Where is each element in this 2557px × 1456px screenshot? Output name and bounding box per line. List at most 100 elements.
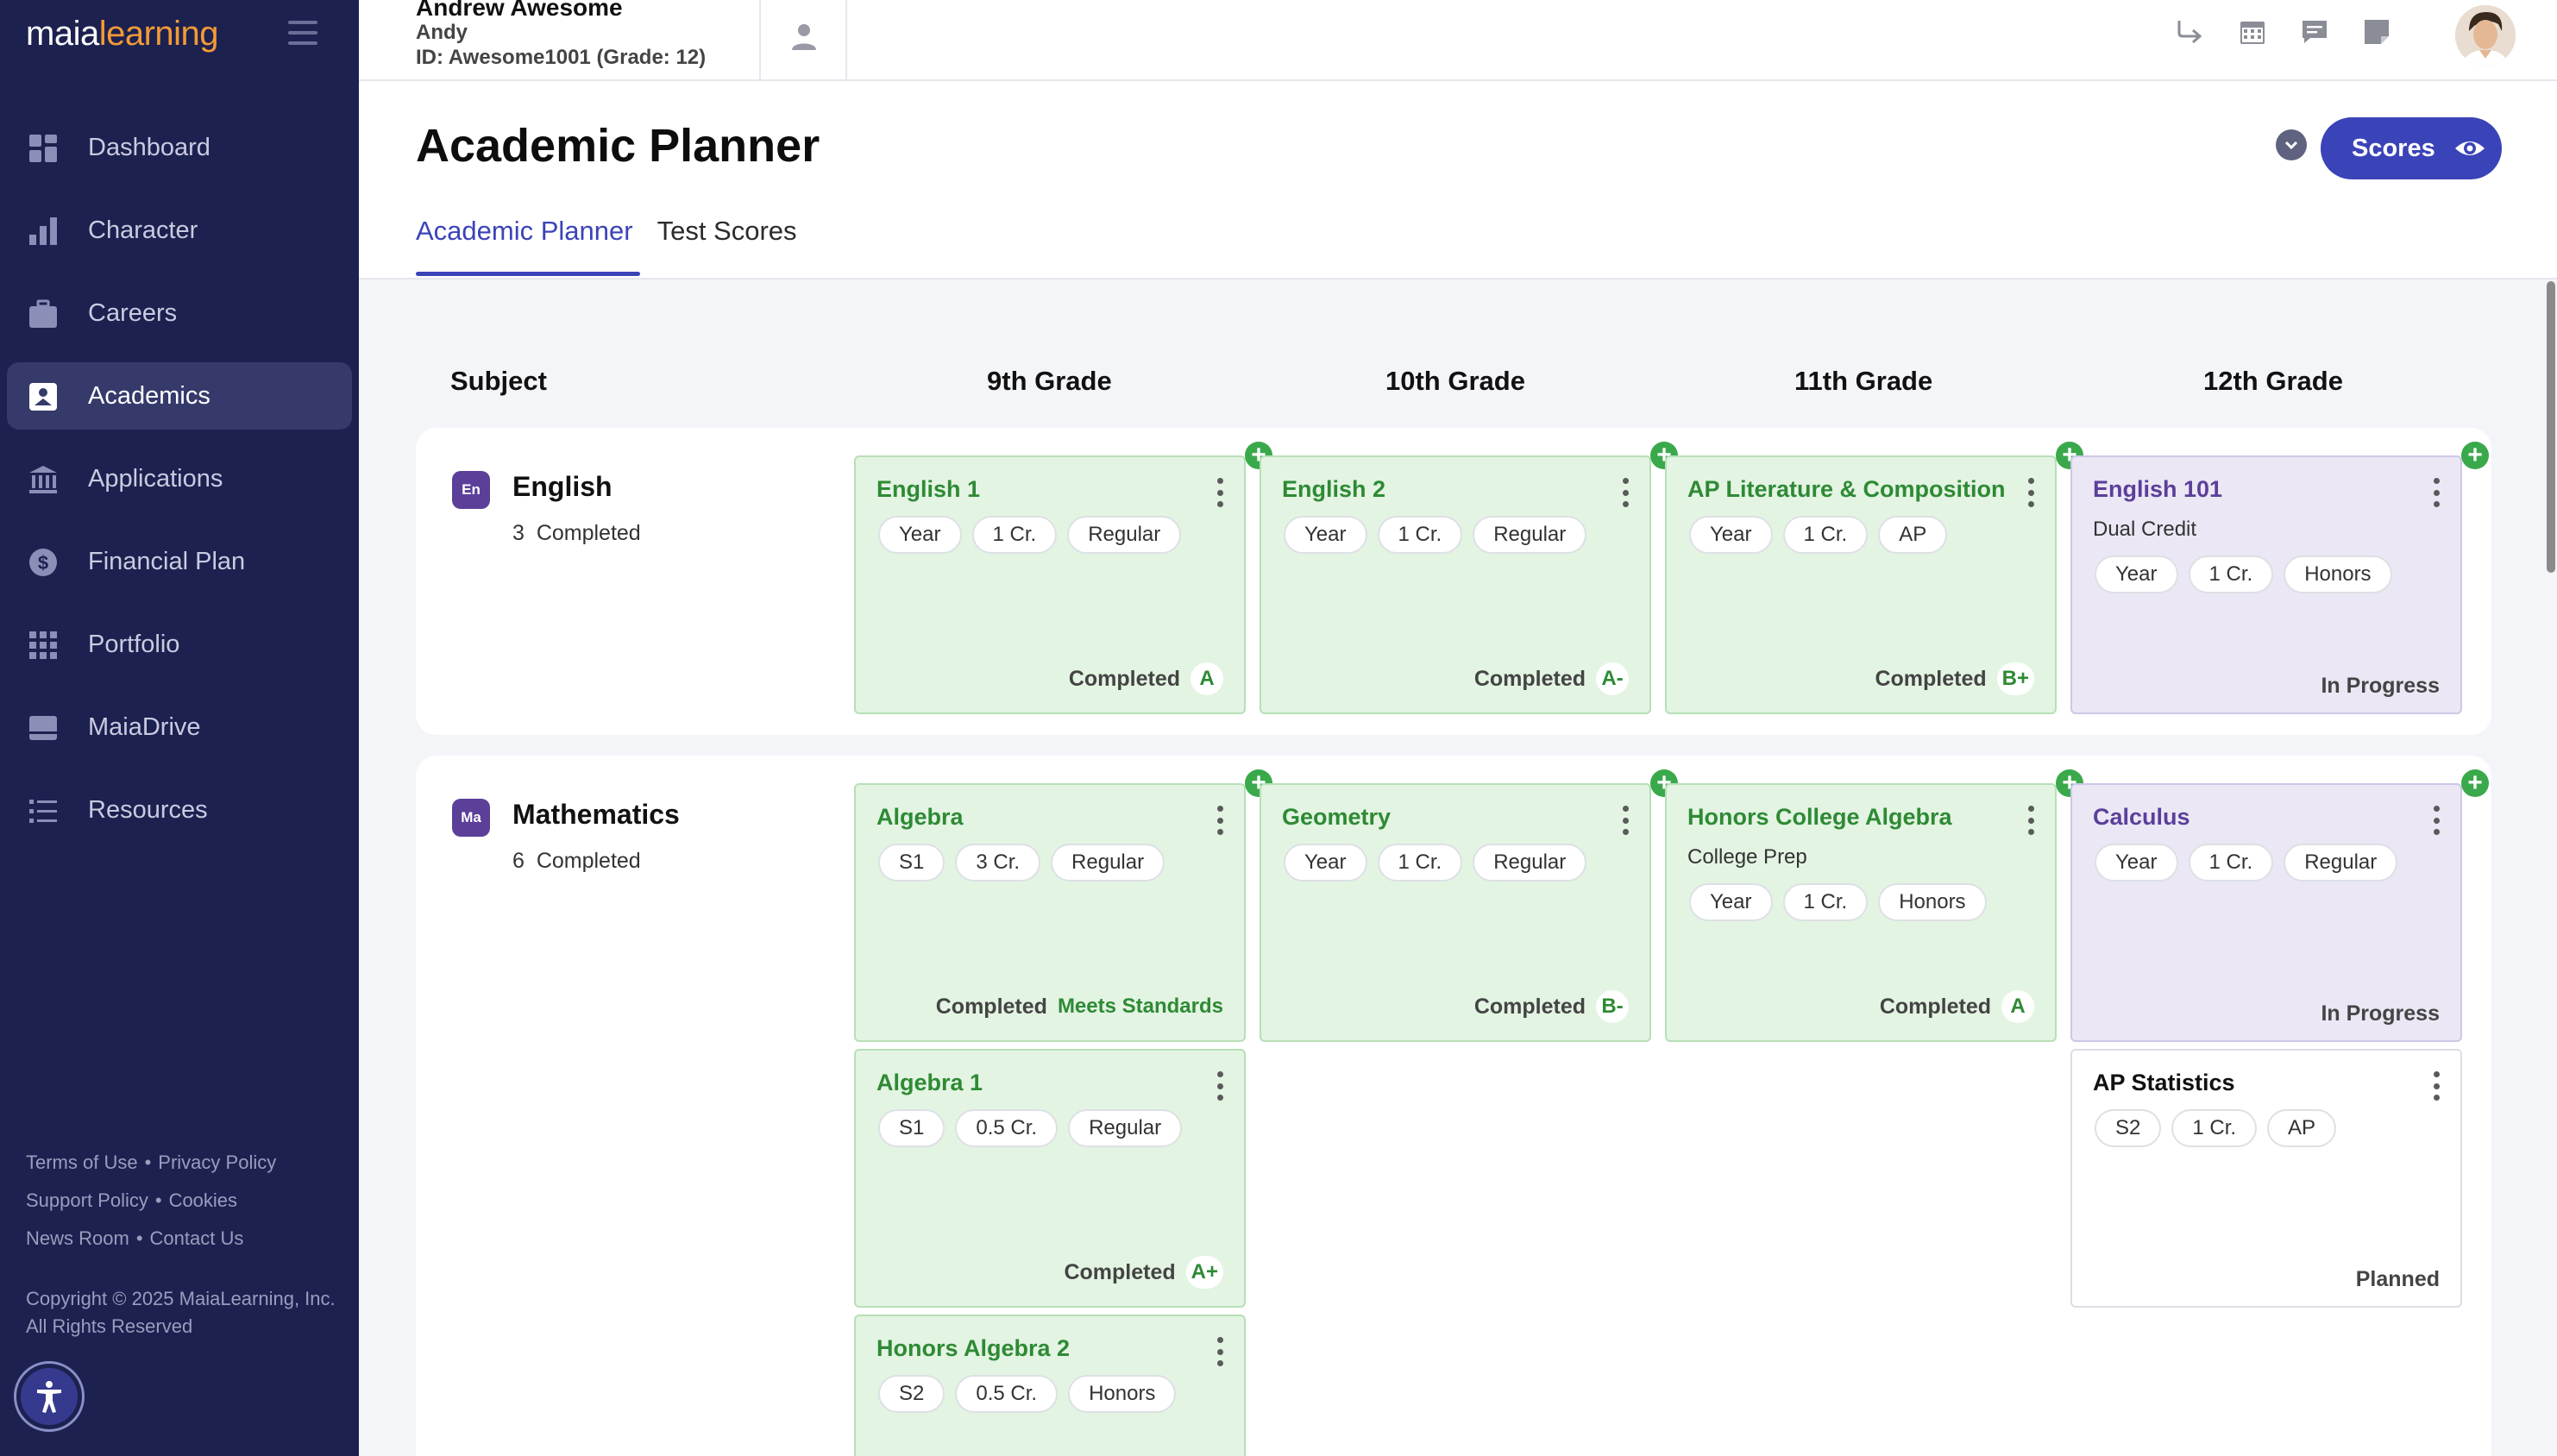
course-card[interactable]: Honors College Algebra College Prep Year… bbox=[1665, 783, 2057, 1042]
level-chip: Regular bbox=[2284, 844, 2398, 882]
dashboard-icon bbox=[28, 133, 59, 164]
column-header-9th-grade: 9th Grade bbox=[987, 366, 1112, 396]
course-status: In Progress bbox=[2321, 1001, 2440, 1026]
note-icon[interactable] bbox=[2362, 17, 2391, 47]
course-status: Completed B- bbox=[1474, 990, 1629, 1023]
sidebar-item-resources[interactable]: Resources bbox=[7, 776, 352, 844]
more-options-icon[interactable] bbox=[2027, 478, 2034, 507]
sidebar-item-label: Portfolio bbox=[88, 630, 180, 658]
sidebar-item-character[interactable]: Character bbox=[7, 197, 352, 264]
credit-chip: 1 Cr. bbox=[1782, 516, 1869, 554]
add-course-button[interactable]: + bbox=[2461, 769, 2489, 797]
scrollbar[interactable] bbox=[2547, 281, 2555, 573]
sidebar-item-label: Resources bbox=[88, 795, 208, 824]
term-chip: S1 bbox=[878, 1109, 946, 1147]
more-options-icon[interactable] bbox=[1216, 1071, 1223, 1101]
sidebar-item-applications[interactable]: Applications bbox=[7, 445, 352, 512]
avatar[interactable] bbox=[2455, 5, 2516, 66]
sidebar: maialearning Dashboard Character Careers… bbox=[0, 0, 359, 1456]
more-options-icon[interactable] bbox=[2433, 806, 2440, 835]
course-chips: Year 1 Cr. Honors bbox=[2095, 555, 2392, 593]
course-chips: S1 0.5 Cr. Regular bbox=[878, 1109, 1183, 1147]
privacy-link[interactable]: Privacy Policy bbox=[158, 1152, 276, 1173]
sidebar-item-academics[interactable]: Academics bbox=[7, 362, 352, 430]
more-options-icon[interactable] bbox=[1216, 1337, 1223, 1366]
sidebar-item-financial-plan[interactable]: $ Financial Plan bbox=[7, 528, 352, 595]
course-title: AP Literature & Composition bbox=[1687, 476, 2006, 502]
sidebar-item-dashboard[interactable]: Dashboard bbox=[7, 114, 352, 181]
column-header-10th-grade: 10th Grade bbox=[1385, 366, 1525, 396]
subject-count: 6 Completed bbox=[512, 849, 641, 873]
cookies-link[interactable]: Cookies bbox=[169, 1189, 237, 1211]
course-card[interactable]: English 2 Year 1 Cr. Regular Completed A- bbox=[1260, 455, 1651, 714]
logo[interactable]: maialearning bbox=[26, 15, 219, 53]
more-options-icon[interactable] bbox=[2433, 1071, 2440, 1101]
share-icon[interactable] bbox=[2176, 17, 2205, 47]
bar-chart-icon bbox=[28, 216, 59, 247]
contact-link[interactable]: Contact Us bbox=[150, 1227, 244, 1249]
course-card[interactable]: English 1 Year 1 Cr. Regular Completed A bbox=[854, 455, 1246, 714]
course-status: Completed A+ bbox=[1064, 1256, 1223, 1289]
subject-name: English bbox=[512, 471, 613, 502]
course-title: English 101 bbox=[2093, 476, 2223, 502]
course-title: AP Statistics bbox=[2093, 1070, 2235, 1095]
more-options-icon[interactable] bbox=[2433, 478, 2440, 507]
top-icons bbox=[2176, 17, 2391, 47]
course-card[interactable]: AP Literature & Composition Year 1 Cr. A… bbox=[1665, 455, 2057, 714]
accessibility-icon bbox=[37, 1381, 61, 1413]
course-subtitle: Dual Credit bbox=[2093, 518, 2197, 541]
grade-badge: A- bbox=[1596, 662, 1629, 695]
course-card[interactable]: Calculus Year 1 Cr. Regular In Progress bbox=[2070, 783, 2462, 1042]
subject-badge: En bbox=[452, 471, 490, 509]
sidebar-item-label: Academics bbox=[88, 381, 210, 410]
scores-button-label: Scores bbox=[2352, 134, 2435, 162]
term-chip: Year bbox=[1284, 516, 1367, 554]
sidebar-item-portfolio[interactable]: Portfolio bbox=[7, 611, 352, 678]
menu-icon[interactable] bbox=[288, 21, 317, 45]
column-header-11th-grade: 11th Grade bbox=[1794, 366, 1933, 396]
message-icon[interactable] bbox=[2300, 17, 2329, 47]
sidebar-nav: Dashboard Character Careers Academics Ap… bbox=[0, 114, 359, 844]
add-course-button[interactable]: + bbox=[2461, 442, 2489, 469]
more-options-icon[interactable] bbox=[1216, 806, 1223, 835]
student-id: ID: Awesome1001 (Grade: 12) bbox=[416, 46, 707, 69]
level-chip: Honors bbox=[1878, 883, 1987, 921]
column-header-12th-grade: 12th Grade bbox=[2203, 366, 2343, 396]
level-chip: AP bbox=[2267, 1109, 2337, 1147]
course-status: Completed A bbox=[1880, 990, 2034, 1023]
course-chips: S2 0.5 Cr. Honors bbox=[878, 1375, 1177, 1413]
svg-text:$: $ bbox=[38, 552, 48, 574]
news-link[interactable]: News Room bbox=[26, 1227, 129, 1249]
credit-chip: 0.5 Cr. bbox=[955, 1109, 1059, 1147]
page-title: Academic Planner bbox=[416, 120, 820, 172]
sidebar-item-careers[interactable]: Careers bbox=[7, 279, 352, 347]
chevron-down-icon[interactable] bbox=[2276, 129, 2307, 160]
more-options-icon[interactable] bbox=[1216, 478, 1223, 507]
tab-academic-planner[interactable]: Academic Planner bbox=[416, 216, 640, 276]
calendar-icon[interactable] bbox=[2238, 17, 2267, 47]
course-card[interactable]: English 101 Dual Credit Year 1 Cr. Honor… bbox=[2070, 455, 2462, 714]
course-card[interactable]: AP Statistics S2 1 Cr. AP Planned bbox=[2070, 1049, 2462, 1308]
sidebar-item-maiadrive[interactable]: MaiaDrive bbox=[7, 693, 352, 761]
support-link[interactable]: Support Policy bbox=[26, 1189, 148, 1211]
terms-link[interactable]: Terms of Use bbox=[26, 1152, 138, 1173]
course-card[interactable]: Algebra S1 3 Cr. Regular Completed Meets … bbox=[854, 783, 1246, 1042]
grade-badge: B+ bbox=[1996, 662, 2034, 695]
term-chip: S1 bbox=[878, 844, 946, 882]
more-options-icon[interactable] bbox=[1622, 478, 1629, 507]
more-options-icon[interactable] bbox=[2027, 806, 2034, 835]
course-card[interactable]: Algebra 1 S1 0.5 Cr. Regular Completed A+ bbox=[854, 1049, 1246, 1308]
main-content: Academic Planner Scores Academic Planner… bbox=[359, 81, 2557, 1456]
scores-button[interactable]: Scores bbox=[2321, 117, 2502, 179]
subject-count: 3 Completed bbox=[512, 521, 641, 545]
person-icon[interactable] bbox=[787, 19, 821, 53]
course-card[interactable]: Geometry Year 1 Cr. Regular Completed B- bbox=[1260, 783, 1651, 1042]
course-card[interactable]: Honors Algebra 2 S2 0.5 Cr. Honors bbox=[854, 1315, 1246, 1456]
tab-test-scores[interactable]: Test Scores bbox=[657, 216, 797, 264]
more-options-icon[interactable] bbox=[1622, 806, 1629, 835]
accessibility-button[interactable] bbox=[14, 1361, 85, 1432]
student-nickname: Andy bbox=[416, 21, 468, 44]
course-title: English 2 bbox=[1282, 476, 1386, 502]
course-chips: Year 1 Cr. Honors bbox=[1689, 883, 1987, 921]
top-bar: Andrew Awesome Andy ID: Awesome1001 (Gra… bbox=[359, 0, 2557, 81]
